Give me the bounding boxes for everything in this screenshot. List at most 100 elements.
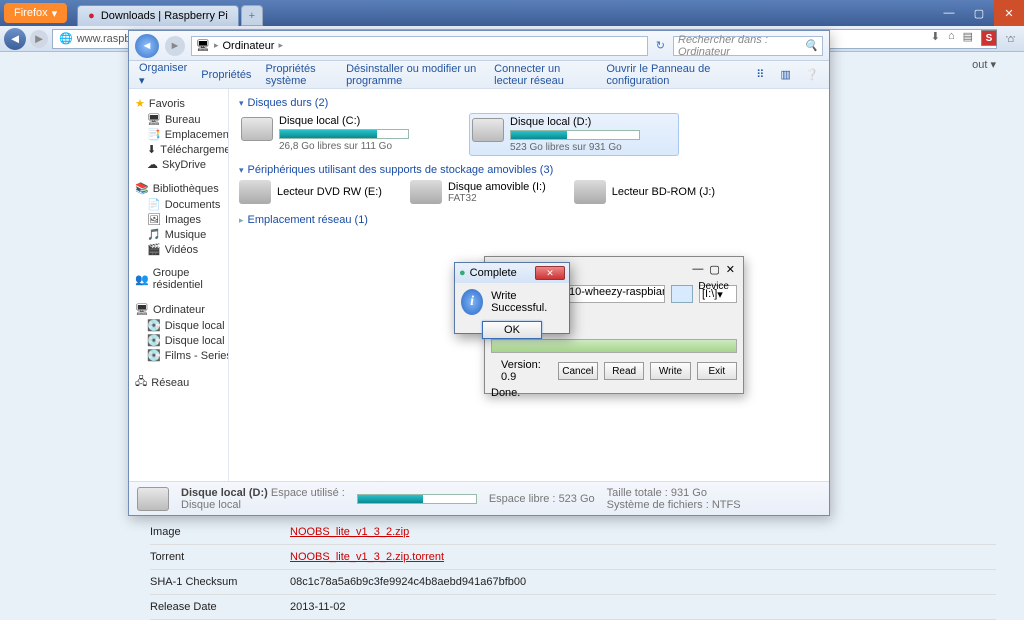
library-icon: 📚 (135, 182, 149, 195)
toolbar-desinstall[interactable]: Désinstaller ou modifier un programme (346, 63, 480, 87)
sidebar-documents[interactable]: 📄Documents (129, 197, 228, 212)
home-icon[interactable]: ⌂ (948, 30, 955, 46)
sidebar-disque-c[interactable]: 💽Disque local (C:) (129, 318, 228, 333)
maximize-button[interactable]: ▢ (964, 0, 994, 26)
drive-d[interactable]: Disque local (D:) 523 Go libres sur 931 … (469, 113, 679, 156)
sidebar-videos[interactable]: 🎬Vidéos (129, 242, 228, 257)
minimize-button[interactable]: — (934, 0, 964, 26)
periph-dvd[interactable]: Lecteur DVD RW (E:) (239, 180, 382, 204)
dvd-drive-icon (239, 180, 271, 204)
sidebar-telechargements[interactable]: ⬇Téléchargements (129, 142, 228, 157)
date-value: 2013-11-02 (290, 601, 345, 613)
recent-icon: 📑 (147, 128, 161, 141)
drive-c[interactable]: Disque local (C:) 26,8 Go libres sur 111… (239, 113, 449, 156)
computer-icon: 🖥 (135, 303, 149, 316)
dialog-message: Write Successful. (491, 290, 563, 314)
periph-amovible[interactable]: Disque amovible (I:)FAT32 (410, 180, 546, 204)
exit-button[interactable]: Exit (697, 362, 737, 380)
section-emplacement[interactable]: ▸Emplacement réseau (1) (239, 214, 819, 226)
download-icon[interactable]: ⬇ (931, 30, 940, 46)
toolbar-panneau[interactable]: Ouvrir le Panneau de configuration (606, 63, 726, 87)
toolbar-connect[interactable]: Connecter un lecteur réseau (494, 63, 592, 87)
section-disques[interactable]: ▾Disques durs (2) (239, 97, 819, 109)
download-icon: ⬇ (147, 143, 156, 156)
music-icon: 🎵 (147, 228, 161, 241)
info-icon: i (461, 289, 483, 315)
dialog-close-button[interactable]: ✕ (535, 266, 565, 280)
help-icon[interactable]: ❔ (805, 67, 819, 83)
video-icon: 🎬 (147, 243, 161, 256)
status-usage-bar (357, 494, 477, 504)
disclosure-icon: ▾ (239, 165, 244, 176)
firefox-menu-button[interactable]: Firefox ▾ (4, 3, 67, 23)
menu-icon[interactable]: ⋯ (1005, 30, 1016, 46)
sidebar-biblio[interactable]: 📚Bibliothèques (129, 180, 228, 197)
network-icon: 🖧 (135, 373, 147, 392)
sidebar-musique[interactable]: 🎵Musique (129, 227, 228, 242)
explorer-back-button[interactable]: ◄ (135, 34, 159, 58)
close-button[interactable]: ✕ (994, 0, 1024, 26)
sidebar-disque-d[interactable]: 💽Disque local (D:) (129, 333, 228, 348)
doc-icon: 📄 (147, 198, 161, 211)
extension-s-icon[interactable]: S (981, 30, 997, 46)
maximize-icon[interactable]: ▢ (709, 263, 719, 276)
read-button[interactable]: Read (604, 362, 644, 380)
status-name: Disque local (D:) (181, 487, 268, 499)
sidebar-reseau[interactable]: 🖧Réseau (129, 371, 228, 394)
image-link[interactable]: NOOBS_lite_v1_3_2.zip (290, 526, 409, 538)
sidebar-skydrive[interactable]: ☁SkyDrive (129, 157, 228, 172)
progress-bar (491, 339, 737, 353)
browse-button[interactable] (671, 285, 693, 303)
preview-pane-icon[interactable]: ▥ (780, 67, 791, 83)
star-icon: ★ (135, 97, 145, 110)
address-bar[interactable]: 🖥 ▸ Ordinateur ▸ (191, 36, 648, 56)
forward-button[interactable]: ► (30, 30, 48, 48)
chevron-right-icon: ▸ (214, 40, 219, 51)
sidebar-films[interactable]: 💽Films - Series (\\192. (129, 348, 228, 363)
row-label-torrent: Torrent (150, 551, 290, 563)
disclosure-icon: ▸ (239, 215, 244, 226)
sidebar-bureau[interactable]: 🖥Bureau (129, 112, 228, 127)
minimize-icon[interactable]: — (692, 263, 703, 276)
toolbar-proprietes[interactable]: Propriétés (201, 69, 251, 81)
bookmark-icon[interactable]: ▤ (963, 30, 973, 46)
homegroup-icon: 👥 (135, 273, 149, 286)
sidebar-ordinateur[interactable]: 🖥Ordinateur (129, 301, 228, 318)
path-segment[interactable]: Ordinateur (223, 40, 275, 52)
drive-d-usage-bar (510, 130, 640, 140)
dialog-title: Complete (470, 267, 517, 279)
cancel-button[interactable]: Cancel (558, 362, 598, 380)
refresh-icon[interactable]: ↻ (656, 39, 665, 52)
periph-bd[interactable]: Lecteur BD-ROM (J:) (574, 180, 715, 204)
row-label-sha: SHA-1 Checksum (150, 576, 290, 588)
tab-title: Downloads | Raspberry Pi (101, 10, 228, 22)
view-icon[interactable]: ⠿ (755, 67, 766, 83)
ok-button[interactable]: OK (482, 321, 542, 339)
sidebar-favoris[interactable]: ★Favoris (129, 95, 228, 112)
toolbar-organiser[interactable]: Organiser ▾ (139, 62, 187, 87)
device-label: Device (698, 281, 729, 292)
chevron-right-icon: ▸ (278, 40, 283, 51)
network-drive-icon: 💽 (147, 349, 161, 362)
explorer-search-input[interactable]: Rechercher dans : Ordinateur 🔍 (673, 36, 823, 56)
torrent-link[interactable]: NOOBS_lite_v1_3_2.zip.torrent (290, 551, 444, 563)
explorer-forward-button[interactable]: ► (165, 36, 185, 56)
search-placeholder: Rechercher dans : Ordinateur (678, 34, 818, 58)
sidebar-images[interactable]: 🖼Images (129, 212, 228, 227)
toolbar-prop-sys[interactable]: Propriétés système (265, 63, 332, 87)
row-label-image: Image (150, 526, 290, 538)
sidebar-emplacements[interactable]: 📑Emplacements récen (129, 127, 228, 142)
new-tab-button[interactable]: + (241, 5, 263, 26)
back-button[interactable]: ◄ (4, 28, 26, 50)
version-label: Version: 0.9 (501, 359, 552, 383)
write-button[interactable]: Write (650, 362, 690, 380)
section-periph[interactable]: ▾Périphériques utilisant des supports de… (239, 164, 819, 176)
nav-about[interactable]: out (972, 59, 987, 71)
chevron-down-icon: ▾ (990, 59, 996, 71)
search-icon: 🔍 (804, 39, 818, 52)
browser-tab[interactable]: ● Downloads | Raspberry Pi (77, 5, 239, 26)
sidebar-groupe[interactable]: 👥Groupe résidentiel (129, 265, 228, 293)
globe-icon: 🌐 (59, 32, 73, 45)
close-icon[interactable]: ✕ (726, 263, 735, 276)
drive-c-free: 26,8 Go libres sur 111 Go (279, 141, 409, 152)
